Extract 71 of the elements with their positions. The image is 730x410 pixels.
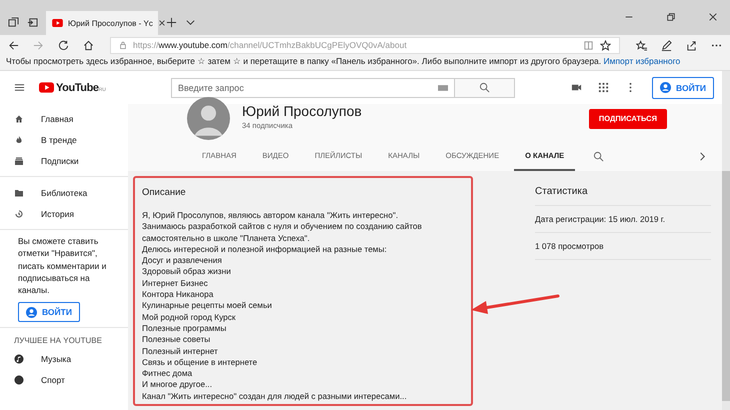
sidebar-item[interactable]: Подписки: [0, 150, 128, 171]
url-text: https://www.youtube.com/channel/UCTmhzBakbUCgPElyOVQ0vA/about: [133, 40, 407, 50]
pen-icon[interactable]: [661, 40, 672, 50]
channel-name: Юрий Просолупов: [242, 103, 362, 119]
description-line: Полезные советы: [142, 334, 212, 346]
description-line: Здоровый образ жизни: [142, 266, 232, 278]
description-line: Досуг и развлечения: [142, 255, 223, 266]
description-line: Кулинарные рецепты моей семьи: [142, 300, 273, 312]
sidebar-item[interactable]: История: [0, 203, 128, 224]
description-line: Занимаюсь разработкой сайтов с нуля и обучением по созданию сайтов самостоятельно в школе "Планета Успеха".: [142, 221, 423, 244]
stack-icon: [14, 156, 24, 166]
star-icon[interactable]: [600, 40, 611, 50]
restore-icon[interactable]: [666, 12, 676, 22]
search-field[interactable]: Введите запрос: [171, 78, 455, 98]
plus-icon[interactable]: [166, 17, 177, 28]
tabs-icon[interactable]: [8, 17, 19, 28]
description-line: Полезные программы: [142, 322, 228, 334]
address-field[interactable]: https://www.youtube.com/channel/UCTmhzBakbUCgPElyOVQ0vA/about: [110, 36, 620, 54]
music-icon: [14, 354, 24, 364]
search-icon[interactable]: [593, 150, 604, 162]
description-line: Канал "Жить интересно" создан для людей с разными интересами...: [142, 390, 408, 402]
stats-row: Дата регистрации: 15 июл. 2019 г.: [535, 206, 711, 233]
description-line: Делюсь интересной и полезной информацией на разные темы:: [142, 244, 388, 256]
sidebar-item[interactable]: Главная: [0, 108, 128, 129]
account-icon: [660, 82, 672, 93]
account-icon: [26, 306, 37, 318]
favorites-hint: Чтобы просмотреть здесь избранное, выберите ☆ затем ☆ и перетащите в папку «Панель избранного». Либо выполните импорт из другого браузера. Импорт избранного: [6, 56, 680, 66]
sidebar-item[interactable]: Музыка: [0, 348, 128, 370]
search-icon: [479, 82, 490, 93]
folder-icon: [14, 188, 24, 198]
sign-in-button[interactable]: ВОЙТИ: [18, 302, 80, 322]
close-icon[interactable]: [158, 19, 166, 27]
book-icon[interactable]: [583, 40, 594, 50]
sidebar-item[interactable]: Спорт: [0, 369, 128, 390]
sign-in-prompt: Вы сможете ставить отметки "Нравится", писать комментарии и подписываться на каналы.: [18, 235, 108, 296]
description-line: Интернет Бизнес: [142, 278, 209, 290]
description-line: Полезный интернет: [142, 346, 219, 357]
logo-text[interactable]: YouTube: [56, 82, 99, 94]
video-camera-icon[interactable]: [571, 82, 582, 93]
flame-icon: [14, 134, 24, 144]
description-line: Связь и общение в интернете: [142, 356, 258, 368]
description-line: И многое другое...: [142, 379, 214, 391]
sidebar-item[interactable]: В тренде: [0, 129, 128, 150]
description-line: Мой родной город Курск: [142, 312, 237, 323]
scrollbar[interactable]: [722, 71, 730, 410]
tab-title: Юрий Просолупов - Yc: [68, 18, 153, 28]
sign-in-button[interactable]: ВОЙТИ: [652, 76, 714, 98]
video-logo-icon: [52, 19, 63, 27]
back-icon[interactable]: [8, 40, 19, 50]
description-heading: Описание: [142, 187, 187, 198]
tab-aside-icon[interactable]: [27, 17, 38, 28]
close-icon[interactable]: [708, 12, 718, 22]
stats-heading: Статистика: [535, 186, 711, 206]
play-logo-icon: [39, 82, 54, 93]
description-line: Контора Никанора: [142, 289, 214, 300]
lock-icon: [119, 41, 127, 49]
apps-grid-icon[interactable]: [598, 82, 610, 93]
share-icon[interactable]: [686, 40, 697, 50]
import-link[interactable]: Импорт избранного: [604, 56, 680, 66]
avatar: [187, 97, 230, 140]
sidebar-item[interactable]: Библиотека: [0, 182, 128, 203]
history-icon: [14, 208, 24, 218]
section-heading: ЛУЧШЕЕ НА YOUTUBE: [13, 335, 103, 348]
home-icon: [14, 114, 24, 124]
description-line: Я, Юрий Просолупов, являюсь автором канала "Жить интересно".: [142, 210, 400, 222]
description-line: Фитнес дома: [142, 368, 194, 380]
refresh-icon[interactable]: [58, 40, 69, 50]
stats-row: 1 078 просмотров: [535, 233, 711, 260]
favorites-icon[interactable]: [636, 40, 647, 50]
menu-icon[interactable]: [14, 82, 25, 93]
home-icon[interactable]: [83, 40, 94, 50]
